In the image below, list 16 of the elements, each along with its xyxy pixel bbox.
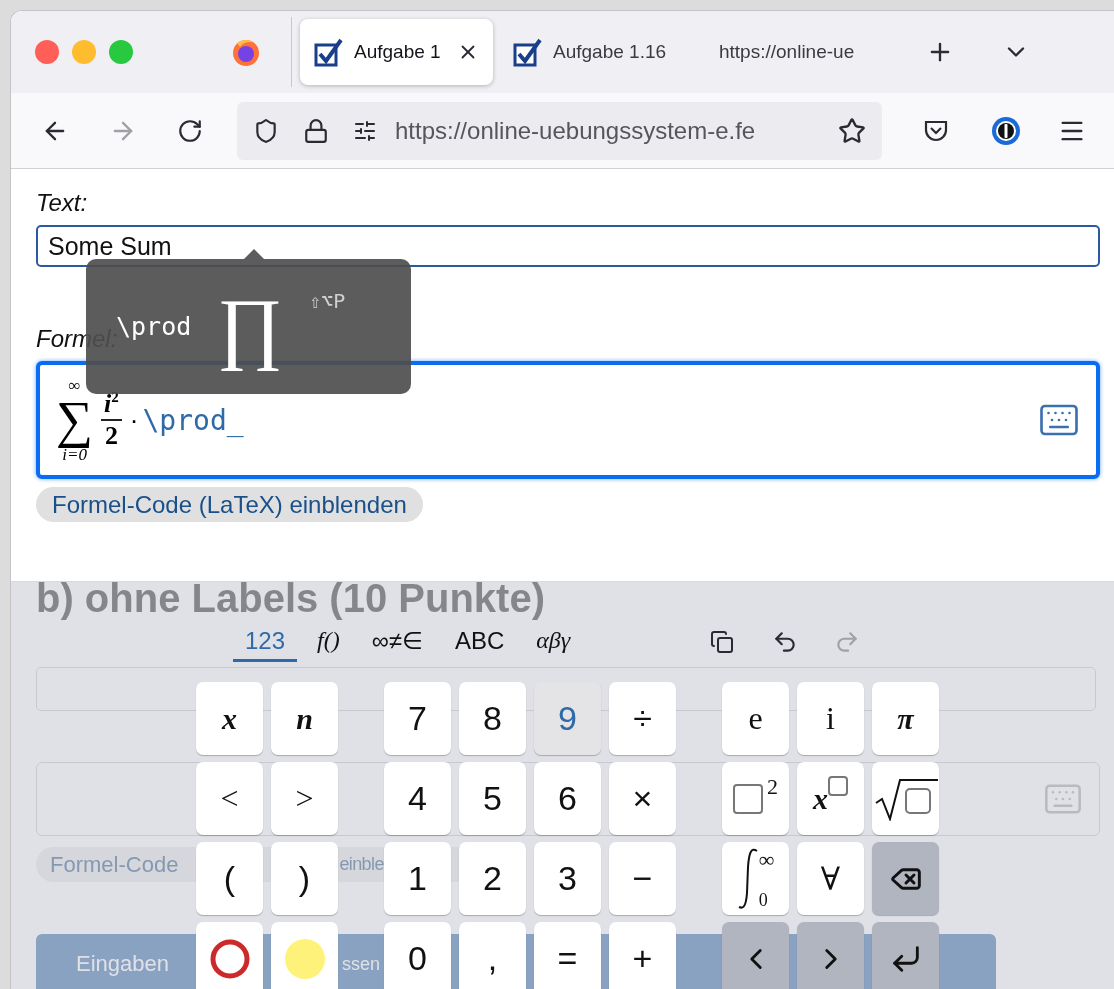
- sum-upper-limit: ∞: [68, 377, 81, 394]
- base-variable: x: [813, 781, 828, 816]
- tab-title: Aufgabe 1.16: [553, 41, 668, 63]
- tooltip-command: \prod: [116, 312, 192, 341]
- tab-title: Aufgabe 1: [354, 41, 442, 63]
- latex-command: \prod_: [142, 403, 245, 437]
- exponent: 2: [767, 774, 778, 800]
- field-label: Text:: [36, 189, 88, 217]
- tab-title: https://online-ue: [719, 41, 856, 63]
- section-heading: b) ohne Labels (10 Punkte): [36, 575, 546, 622]
- lower-limit: 0: [758, 889, 768, 911]
- keyboard-shortcut: ⇧⌥P: [309, 289, 346, 313]
- multiply-dot: ·: [129, 404, 139, 436]
- sum-symbol: ∑: [56, 394, 94, 446]
- url-text: https://online-uebungssystem-e.fe: [395, 116, 757, 145]
- upper-limit: ∞: [758, 846, 775, 873]
